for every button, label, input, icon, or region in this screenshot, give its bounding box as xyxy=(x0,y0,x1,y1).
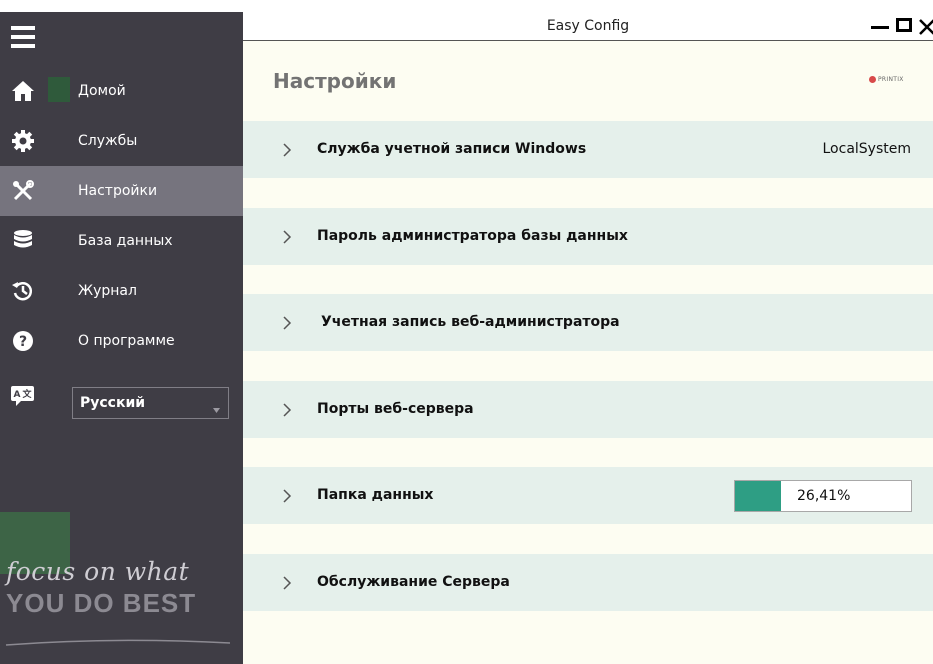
tagline-line1: focus on what xyxy=(6,557,190,586)
settings-row-label: Папка данных xyxy=(317,487,434,503)
maximize-button[interactable] xyxy=(896,18,912,32)
sidebar-item-label: Домой xyxy=(78,83,126,99)
sidebar-item-label: Настройки xyxy=(78,183,158,199)
chevron-right-icon xyxy=(283,575,292,594)
chevron-right-icon xyxy=(283,402,292,421)
title-bar: Easy Config xyxy=(243,12,933,41)
progress-text: 26,41% xyxy=(797,488,851,504)
gear-icon xyxy=(10,128,36,154)
chevron-right-icon xyxy=(283,229,292,248)
brand-icon xyxy=(869,76,876,83)
settings-row-web-admin[interactable]: Учетная запись веб-администратора xyxy=(243,294,933,351)
settings-row-maintenance[interactable]: Обслуживание Сервера xyxy=(243,554,933,611)
sidebar-item-settings[interactable]: Настройки xyxy=(0,166,243,216)
page-title: Настройки xyxy=(273,69,397,93)
settings-row-label: Пароль администратора базы данных xyxy=(317,228,628,244)
settings-row-value: LocalSystem xyxy=(822,141,912,157)
chevron-right-icon xyxy=(283,315,292,334)
svg-text:?: ? xyxy=(19,334,27,350)
home-icon xyxy=(10,78,36,104)
chevron-right-icon xyxy=(283,142,292,161)
sidebar-item-services[interactable]: Службы xyxy=(0,116,243,166)
settings-row-web-ports[interactable]: Порты веб-сервера xyxy=(243,381,933,438)
help-icon: ? xyxy=(10,328,36,354)
progress-fill xyxy=(735,481,782,511)
settings-panel: Настройки PRINTIX Служба учетной записи … xyxy=(243,41,933,664)
history-icon xyxy=(10,278,36,304)
app-title: Easy Config xyxy=(546,18,630,34)
settings-row-data-folder[interactable]: Папка данных 26,41% xyxy=(243,467,933,524)
sidebar-item-label: База данных xyxy=(78,233,173,249)
tagline-swoosh xyxy=(5,639,231,646)
sidebar: Домой Службы Настройки База данных Журна… xyxy=(0,12,243,664)
svg-text:文: 文 xyxy=(21,388,32,400)
sidebar-item-database[interactable]: База данных xyxy=(0,216,243,266)
brand-name: PRINTIX xyxy=(878,76,904,83)
brand-logo: PRINTIX xyxy=(869,76,904,83)
tools-icon xyxy=(10,178,36,204)
settings-row-db-password[interactable]: Пароль администратора базы данных xyxy=(243,208,933,265)
disk-usage-progress: 26,41% xyxy=(734,480,912,512)
chevron-down-icon xyxy=(213,401,220,417)
svg-text:A: A xyxy=(14,390,21,400)
sidebar-item-about[interactable]: ? О программе xyxy=(0,316,243,366)
language-select[interactable]: Русский xyxy=(72,387,229,419)
settings-row-windows-account[interactable]: Служба учетной записи Windows LocalSyste… xyxy=(243,121,933,178)
language-select-value: Русский xyxy=(80,395,146,411)
sidebar-item-label: О программе xyxy=(78,333,175,349)
hamburger-icon[interactable] xyxy=(11,26,35,48)
tagline-line2: YOU DO BEST xyxy=(6,588,197,618)
settings-row-label: Порты веб-сервера xyxy=(317,401,474,417)
settings-row-label: Служба учетной записи Windows xyxy=(317,141,587,157)
close-button[interactable] xyxy=(918,15,933,37)
chevron-right-icon xyxy=(283,488,292,507)
database-icon xyxy=(10,228,36,254)
sidebar-item-journal[interactable]: Журнал xyxy=(0,266,243,316)
translate-icon: A 文 xyxy=(10,385,36,407)
sidebar-item-label: Службы xyxy=(78,133,138,149)
tagline: focus on what YOU DO BEST xyxy=(4,557,234,646)
sidebar-item-label: Журнал xyxy=(78,283,137,299)
minimize-button[interactable] xyxy=(871,26,889,29)
sidebar-item-home[interactable]: Домой xyxy=(0,66,243,116)
settings-row-label: Учетная запись веб-администратора xyxy=(321,314,620,330)
settings-row-label: Обслуживание Сервера xyxy=(317,574,510,590)
